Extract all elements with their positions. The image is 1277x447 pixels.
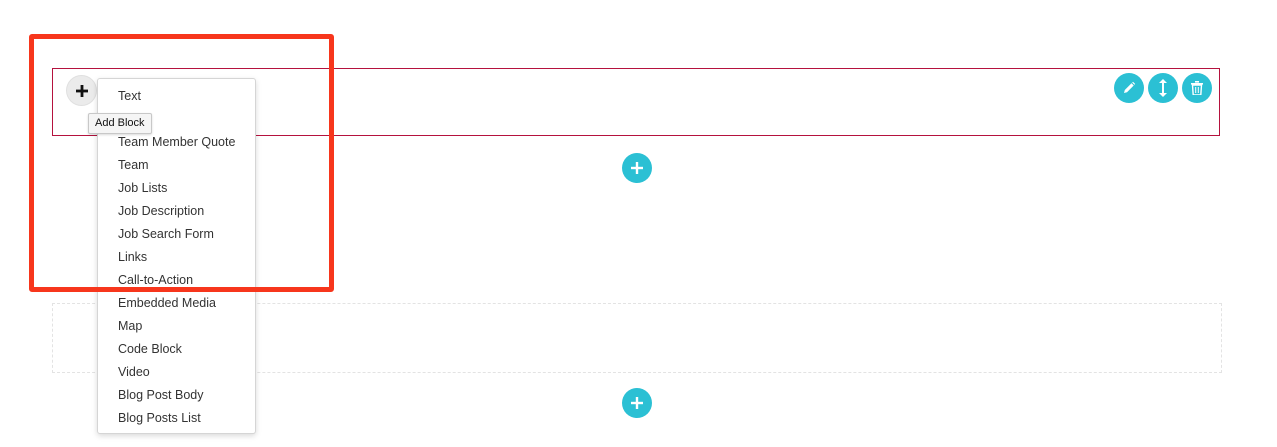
add-block-button[interactable] [67,76,96,105]
resize-vertical-icon [1159,79,1167,97]
plus-icon [75,84,88,97]
add-section-button[interactable] [622,153,652,183]
menu-item-map[interactable]: Map [118,318,142,334]
trash-icon [1191,81,1203,95]
menu-item-video[interactable]: Video [118,364,150,380]
menu-item-team-member-quote[interactable]: Team Member Quote [118,134,235,150]
menu-item-job-description[interactable]: Job Description [118,203,204,219]
menu-item-text[interactable]: Text [118,88,141,104]
menu-item-links[interactable]: Links [118,249,147,265]
pencil-icon [1124,81,1136,93]
delete-section-button[interactable] [1182,73,1212,103]
menu-item-job-lists[interactable]: Job Lists [118,180,167,196]
menu-item-embedded-media[interactable]: Embedded Media [118,295,216,311]
plus-icon [631,397,643,409]
resize-section-button[interactable] [1148,73,1178,103]
menu-item-call-to-action[interactable]: Call-to-Action [118,272,193,288]
menu-item-team[interactable]: Team [118,157,149,173]
plus-icon [631,162,643,174]
menu-item-blog-post-body[interactable]: Blog Post Body [118,387,203,403]
menu-item-job-search-form[interactable]: Job Search Form [118,226,214,242]
menu-item-blog-posts-list[interactable]: Blog Posts List [118,410,201,426]
add-section-button[interactable] [622,388,652,418]
edit-section-button[interactable] [1114,73,1144,103]
add-block-tooltip: Add Block [88,113,152,134]
menu-item-code-block[interactable]: Code Block [118,341,182,357]
